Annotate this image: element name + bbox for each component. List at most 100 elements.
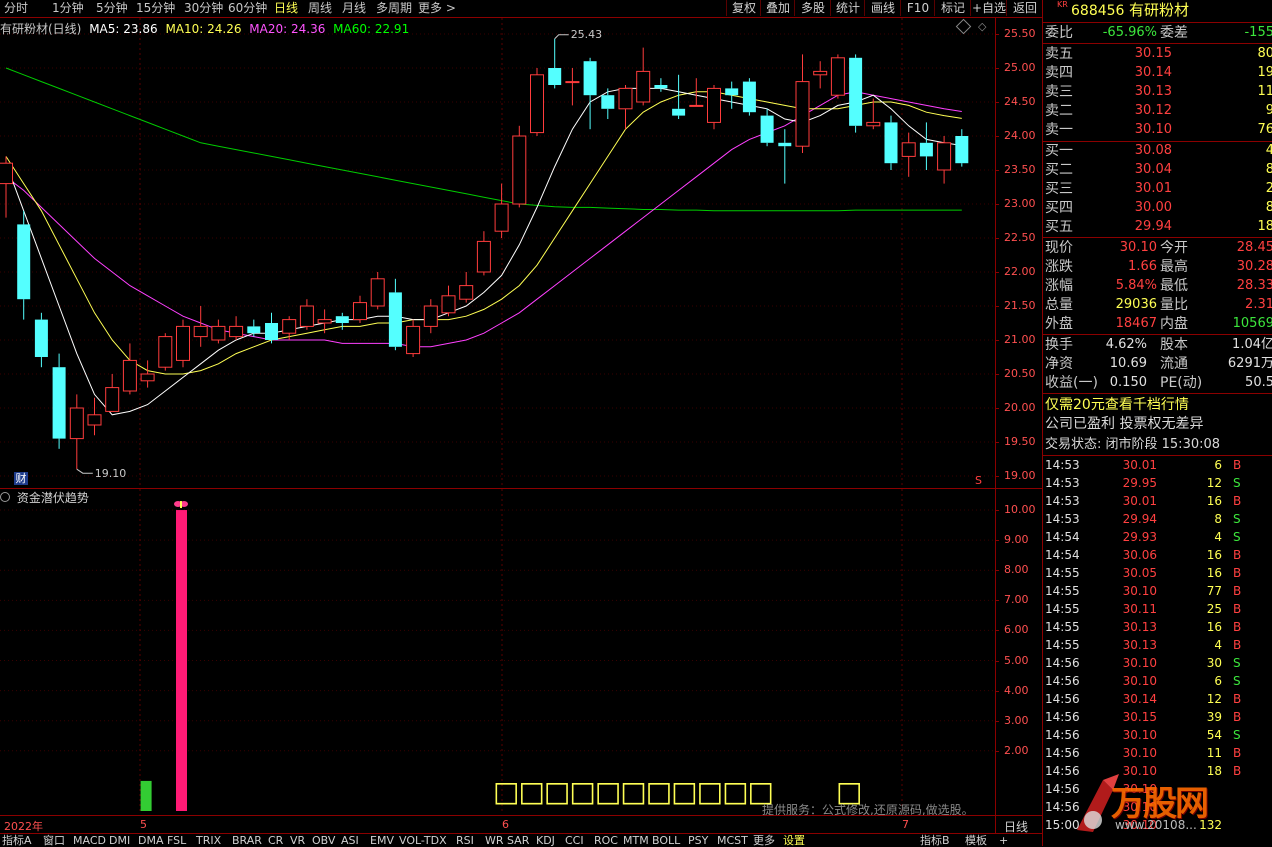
tick-time: 14:56 <box>1045 728 1080 742</box>
tick-volume: 16 <box>1206 620 1222 634</box>
ask-label: 卖一 <box>1045 122 1073 138</box>
low-marker-line <box>76 468 93 474</box>
indicator-tab-9[interactable]: VR <box>290 834 305 847</box>
candle-body-up <box>707 87 721 123</box>
indicator-tab-15[interactable]: WR <box>485 834 504 847</box>
quote-label: 量比 <box>1160 297 1188 313</box>
candle-body-up <box>866 121 881 127</box>
right-tab-1[interactable]: 模板 <box>965 834 987 847</box>
period-tab-0[interactable]: 分时 <box>4 0 28 16</box>
tick-row: 14:55 30.10 77 B <box>1043 582 1272 600</box>
indicator-tab-23[interactable]: MCST <box>717 834 748 847</box>
indicator-tab-10[interactable]: OBV <box>312 834 335 847</box>
level2-promo-link[interactable]: 仅需20元查看千档行情 <box>1043 396 1272 414</box>
tick-row: 14:56 30.10 11 B <box>1043 744 1272 762</box>
period-tab-8[interactable]: 月线 <box>342 0 366 16</box>
period-tab-5[interactable]: 60分钟 <box>228 0 267 16</box>
tick-time: 14:56 <box>1045 746 1080 760</box>
ask-price: 30.14 <box>1134 65 1172 80</box>
indicator-tab-8[interactable]: CR <box>268 834 283 847</box>
price-axis-label: 20.00 <box>1004 401 1036 414</box>
candle-body-down <box>742 81 756 113</box>
toolbar-button-4[interactable]: 画线 <box>864 0 901 16</box>
indicator-chart[interactable]: 资金潜伏趋势 □□□□□□□□□□□ □ 提供服务：公式修改,还原源码,做选股。 <box>0 489 1042 817</box>
quote-row: 总量 29036 量比 2.31 <box>1043 296 1272 314</box>
tick-time: 14:53 <box>1045 494 1080 508</box>
ask-volume: 19 <box>1257 65 1272 80</box>
tick-time: 14:56 <box>1045 692 1080 706</box>
period-tab-1[interactable]: 1分钟 <box>52 0 84 16</box>
indicator-tab-19[interactable]: ROC <box>594 834 618 847</box>
indicator-tab-11[interactable]: ASI <box>341 834 359 847</box>
right-tab-2[interactable]: + <box>999 834 1008 847</box>
indicator-tab-4[interactable]: DMA <box>138 834 164 847</box>
toolbar-button-8[interactable]: 返回 <box>1006 0 1043 16</box>
toolbar-button-7[interactable]: +自选 <box>970 0 1007 16</box>
indicator-tab-3[interactable]: DMI <box>109 834 130 847</box>
candle-body-up <box>636 70 651 103</box>
candle-body-up <box>176 325 190 361</box>
indicator-tab-2[interactable]: MACD <box>73 834 106 847</box>
indicator-tab-24[interactable]: 更多 <box>753 834 775 847</box>
candle <box>459 272 474 303</box>
s-marker-icon[interactable]: S <box>975 474 982 487</box>
period-tab-3[interactable]: 15分钟 <box>136 0 175 16</box>
indicator-tab-16[interactable]: SAR <box>507 834 529 847</box>
indicator-tab-7[interactable]: BRAR <box>232 834 262 847</box>
tick-time: 14:55 <box>1045 566 1080 580</box>
bid-volume: 2 <box>1265 181 1272 196</box>
indicator-tab-21[interactable]: BOLL <box>652 834 680 847</box>
indicator-tab-25[interactable]: 设置 <box>783 834 805 847</box>
toolbar-button-2[interactable]: 多股 <box>794 0 831 16</box>
candle <box>229 316 244 340</box>
candle-body-up <box>494 203 509 232</box>
ask-price: 30.15 <box>1134 46 1172 61</box>
candle <box>69 394 84 470</box>
indicator-tab-0[interactable]: 指标A <box>2 834 32 847</box>
tick-direction: B <box>1233 710 1242 724</box>
indicator-axis-label: 6.00 <box>1004 623 1029 637</box>
indicator-tab-1[interactable]: 窗口 <box>43 834 65 847</box>
period-tab-2[interactable]: 5分钟 <box>96 0 128 16</box>
indicator-tab-17[interactable]: KDJ <box>536 834 555 847</box>
toolbar-button-5[interactable]: F10 <box>900 0 935 16</box>
indicator-tab-6[interactable]: TRIX <box>196 834 221 847</box>
period-tab-4[interactable]: 30分钟 <box>184 0 223 16</box>
ask-row: 卖五 30.15 80 <box>1043 45 1272 63</box>
price-axis-label: 24.00 <box>1004 129 1036 142</box>
right-tab-0[interactable]: 指标B <box>920 834 950 847</box>
indicator-tab-14[interactable]: RSI <box>456 834 474 847</box>
bid-row: 买一 30.08 4 <box>1043 142 1272 160</box>
toolbar-button-3[interactable]: 统计 <box>830 0 865 16</box>
finance-icon[interactable]: 财 <box>14 472 28 485</box>
toolbar-button-0[interactable]: 复权 <box>726 0 761 16</box>
period-tab-6[interactable]: 日线 <box>274 0 298 16</box>
toolbar-button-1[interactable]: 叠加 <box>760 0 795 16</box>
indicator-tab-20[interactable]: MTM <box>623 834 649 847</box>
candle-body-up <box>795 81 810 147</box>
indicator-tab-13[interactable]: VOL-TDX <box>399 834 447 847</box>
tick-row: 14:56 30.10 6 S <box>1043 672 1272 690</box>
tick-direction: B <box>1233 638 1242 652</box>
price-axis-label: 21.00 <box>1004 333 1036 346</box>
candle <box>34 312 48 368</box>
bid-label: 买四 <box>1045 200 1073 216</box>
period-tab-10[interactable]: 更多 > <box>418 0 456 16</box>
tick-direction: S <box>1233 512 1241 526</box>
indicator-tab-5[interactable]: FSL <box>167 834 186 847</box>
period-tab-7[interactable]: 周线 <box>308 0 332 16</box>
stat-value: 6291万 <box>1227 356 1272 371</box>
candle-body-down <box>919 142 933 157</box>
indicator-tab-18[interactable]: CCI <box>565 834 584 847</box>
tick-direction: S <box>1233 530 1241 544</box>
period-tab-9[interactable]: 多周期 <box>376 0 412 16</box>
ask-volume: 80 <box>1257 46 1272 61</box>
indicator-bar <box>176 510 187 811</box>
toolbar-button-6[interactable]: 标记 <box>934 0 971 16</box>
candle <box>0 156 13 218</box>
indicator-tab-12[interactable]: EMV <box>370 834 394 847</box>
kline-chart[interactable]: 有研粉材(日线) MA5: 23.86 MA10: 24.26 MA20: 24… <box>0 18 1042 488</box>
indicator-tab-22[interactable]: PSY <box>688 834 708 847</box>
tick-volume: 25 <box>1206 602 1222 616</box>
stat-label: 收益(一) <box>1045 375 1098 391</box>
